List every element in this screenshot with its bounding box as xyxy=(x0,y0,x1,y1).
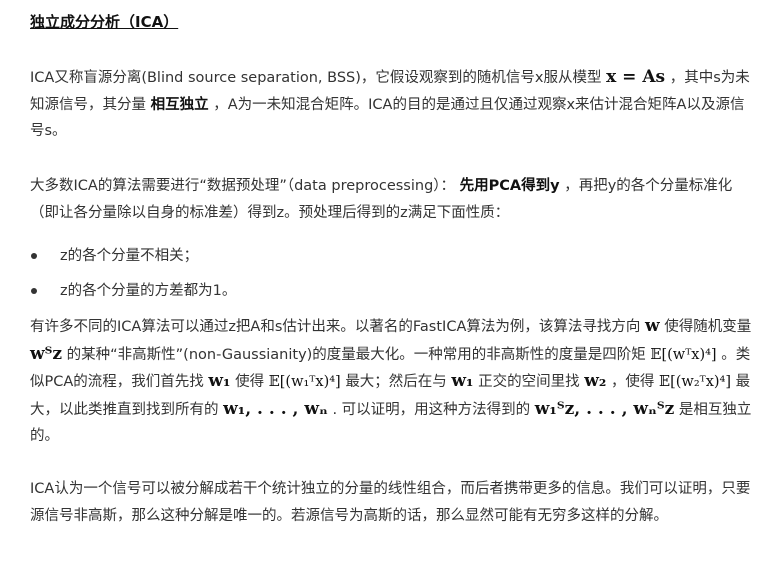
math-wtz: wᵀz xyxy=(30,343,63,364)
property-list: z的各个分量不相关； z的各个分量的方差都为1。 xyxy=(30,239,756,309)
math-w: w xyxy=(644,316,660,336)
text: 正交的空间里找 xyxy=(478,374,580,390)
text: ICA又称盲源分离(Blind source separation, BSS)，… xyxy=(30,70,602,86)
text: 的某种“非高斯性”(non-Gaussianity)的度量最大化。一种常用的非高… xyxy=(66,346,646,363)
text: 有许多不同的ICA算法可以通过z把A和s估计出来。以著名的FastICA算法为例… xyxy=(30,319,641,335)
math-wz-sequence: w₁ᵀz, . . . , wₙᵀz xyxy=(534,398,675,419)
math-w2: w₂ xyxy=(584,371,607,391)
paragraph-preprocessing: 大多数ICA的算法需要进行“数据预处理”（data preprocessing）… xyxy=(30,173,756,226)
list-item-text: z的各个分量的方差都为1。 xyxy=(60,283,237,299)
paragraph-fastica: 有许多不同的ICA算法可以通过z把A和s估计出来。以著名的FastICA算法为例… xyxy=(30,313,756,450)
text: 使得 xyxy=(235,374,265,390)
text: ，使得 xyxy=(610,374,655,390)
section-title: 独立成分分析（ICA） xyxy=(30,13,179,31)
bold-text: 先用PCA得到y xyxy=(459,178,560,194)
bold-text: 相互独立 xyxy=(150,96,209,113)
paragraph-ica-definition: ICA又称盲源分离(Blind source separation, BSS)，… xyxy=(30,64,756,145)
math-w1: w₁ xyxy=(208,371,231,391)
text: 大多数ICA的算法需要进行“数据预处理”（data preprocessing）… xyxy=(30,178,456,194)
article: 独立成分分析（ICA） ICA又称盲源分离(Blind source separ… xyxy=(0,0,781,573)
math-model-equation: x = As xyxy=(606,67,666,87)
math-e2: 𝔼[(w₂ᵀx)⁴] xyxy=(659,374,732,390)
math-e1: 𝔼[(w₁ᵀx)⁴] xyxy=(268,374,341,390)
bullet-icon xyxy=(31,288,37,294)
math-fourth-moment: 𝔼[(wᵀx)⁴] xyxy=(650,346,717,363)
math-w1: w₁ xyxy=(451,371,474,391)
math-w-sequence: w₁, . . . , wₙ xyxy=(223,398,328,419)
list-item: z的各个分量的方差都为1。 xyxy=(30,274,756,309)
list-item: z的各个分量不相关； xyxy=(30,239,756,274)
text: 最大；然后在与 xyxy=(345,374,447,390)
text: . 可以证明，用这种方法得到的 xyxy=(332,401,531,418)
text: 使得随机变量 xyxy=(664,319,752,335)
list-item-text: z的各个分量不相关； xyxy=(60,248,199,264)
bullet-icon xyxy=(31,253,37,259)
paragraph-uniqueness: ICA认为一个信号可以被分解成若干个统计独立的分量的线性组合，而后者携带更多的信… xyxy=(30,481,751,524)
